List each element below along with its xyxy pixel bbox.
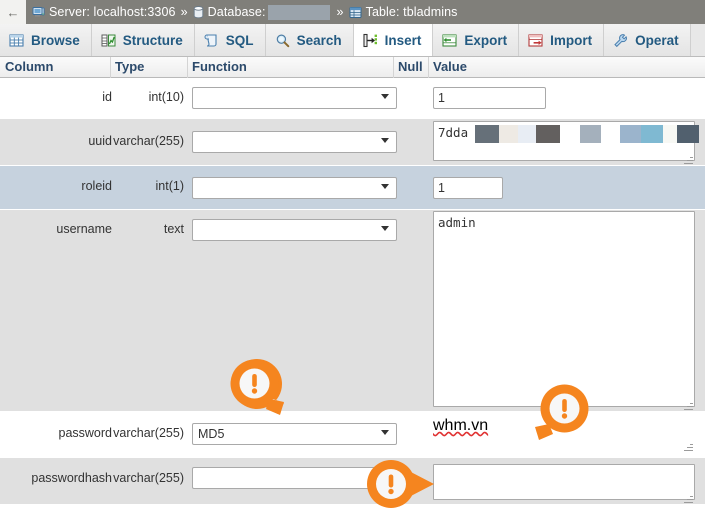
table-row: password varchar(255) MD5 whm.vn [0,412,705,458]
function-select-id[interactable] [192,87,397,109]
tab-insert-label: Insert [384,32,422,48]
row-column-name: uuid [88,134,112,148]
insert-icon [363,33,378,48]
breadcrumb-bar: ← Server: localhost:3306 » Database: » T… [0,0,705,24]
row-value-cell [433,464,695,505]
browse-icon [9,33,24,48]
tab-export-label: Export [464,32,508,48]
tab-sql[interactable]: SQL [194,24,266,56]
row-function-cell [192,177,397,199]
tab-operations-label: Operat [635,32,679,48]
row-column-type: int(10) [148,90,184,104]
row-column-name: roleid [81,179,112,193]
insert-form-table: Column Type Function Null Value id int(1… [0,57,705,505]
export-icon [442,33,457,48]
tab-import-label: Import [550,32,593,48]
header-column[interactable]: Column [5,59,53,74]
breadcrumb-separator-2: » [336,5,344,19]
row-function-cell: MD5 [192,423,397,445]
header-type[interactable]: Type [115,59,144,74]
back-arrow-icon: ← [6,4,20,20]
tab-browse[interactable]: Browse [0,24,92,56]
row-function-cell [192,87,397,109]
value-input-id[interactable] [433,87,546,109]
import-icon [528,33,543,48]
breadcrumb-table-label[interactable]: Table: tbladmins [366,5,458,19]
value-input-roleid[interactable] [433,177,503,199]
row-column-name: password [58,426,113,440]
tab-browse-label: Browse [31,32,80,48]
tab-export[interactable]: Export [433,24,520,56]
table-row: username text admin [0,210,705,412]
row-value-cell [433,177,503,199]
server-icon [32,6,45,19]
value-password-text: whm.vn [433,417,489,434]
header-function[interactable]: Function [192,59,247,74]
row-value-cell: admin [433,211,695,412]
row-value-cell: 7dda [433,121,699,166]
tab-structure[interactable]: Structure [91,24,195,56]
function-select-roleid[interactable] [192,177,397,199]
tab-search[interactable]: Search [265,24,354,56]
value-textarea-passwordhash[interactable] [433,464,695,500]
operations-icon [613,33,628,48]
back-button[interactable]: ← [0,0,26,24]
function-select-username[interactable] [192,219,397,241]
tab-import[interactable]: Import [519,24,605,56]
search-icon [275,33,290,48]
row-column-type: varchar(255) [113,471,184,485]
value-textarea-username[interactable]: admin [433,211,695,407]
row-function-cell [192,131,397,153]
value-textarea-uuid[interactable]: 7dda [433,121,695,161]
nav-tabs: Browse Structure SQL Search Insert Expor… [0,24,705,57]
row-column-name: id [102,90,112,104]
function-select-uuid[interactable] [192,131,397,153]
breadcrumb: Server: localhost:3306 » Database: » Tab… [26,4,458,20]
row-value-cell: whm.vn [433,417,695,453]
row-function-cell [192,467,397,489]
row-column-type: int(1) [155,179,184,193]
table-row: roleid int(1) [0,166,705,210]
table-row: uuid varchar(255) 7dda [0,119,705,166]
database-name-redacted [267,4,330,20]
header-null[interactable]: Null [398,59,423,74]
breadcrumb-database-label[interactable]: Database: [208,5,266,19]
table-icon [349,6,362,19]
row-column-name: passwordhash [31,471,112,485]
breadcrumb-separator-1: » [180,5,188,19]
row-column-type: varchar(255) [113,426,184,440]
tab-search-label: Search [296,32,342,48]
tab-structure-label: Structure [122,32,183,48]
function-select-passwordhash[interactable] [192,467,397,489]
database-icon [193,5,204,19]
structure-icon [101,33,116,48]
tab-operations[interactable]: Operat [604,24,691,56]
header-value[interactable]: Value [433,59,467,74]
value-textarea-password[interactable]: whm.vn [433,417,695,453]
table-header-row: Column Type Function Null Value [0,57,705,78]
row-column-name: username [56,222,112,236]
table-row: id int(10) [0,78,705,119]
row-column-type: varchar(255) [113,134,184,148]
sql-icon [204,33,219,48]
table-row: passwordhash varchar(255) [0,458,705,505]
row-function-cell [192,219,397,241]
row-column-type: text [163,222,184,236]
tab-sql-label: SQL [225,32,254,48]
tab-insert[interactable]: Insert [353,24,434,56]
function-select-password[interactable]: MD5 [192,423,397,445]
breadcrumb-server-label[interactable]: Server: localhost:3306 [49,5,176,19]
row-value-cell [433,87,546,109]
